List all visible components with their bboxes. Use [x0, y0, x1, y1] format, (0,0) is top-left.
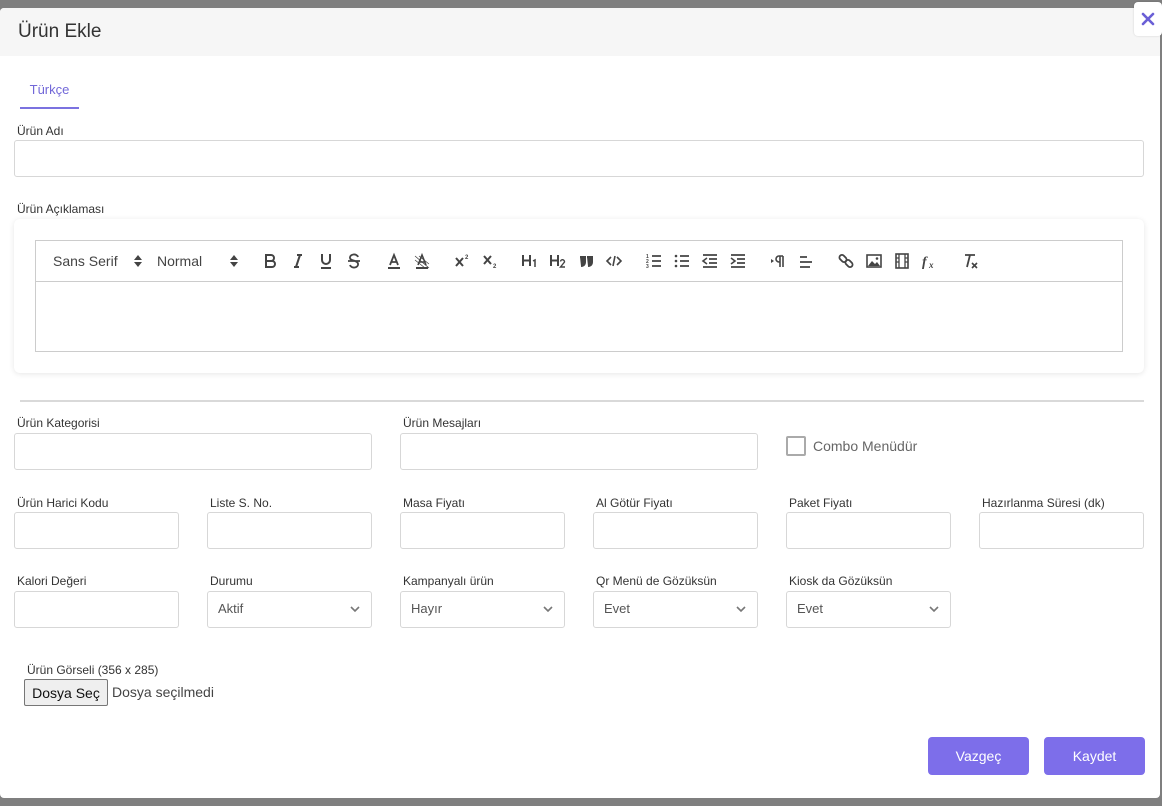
- modal-title: Ürün Ekle: [18, 21, 102, 42]
- kiosk-select[interactable]: Evet: [786, 591, 951, 628]
- cancel-button[interactable]: Vazgeç: [928, 737, 1029, 775]
- qr-menu-select[interactable]: Evet: [593, 591, 758, 628]
- ordered-list-icon[interactable]: 123: [640, 247, 668, 275]
- chevron-down-icon: [543, 606, 553, 613]
- strike-icon[interactable]: [340, 247, 368, 275]
- calorie-input[interactable]: [14, 591, 179, 628]
- messages-input[interactable]: [400, 433, 758, 470]
- chevron-down-icon: [736, 606, 746, 613]
- close-icon: [1141, 12, 1155, 26]
- file-status-text: Dosya seçilmedi: [112, 684, 214, 700]
- package-price-input[interactable]: [786, 512, 951, 549]
- formula-icon[interactable]: fx: [916, 247, 944, 275]
- size-picker-label: Normal: [157, 253, 203, 269]
- list-order-label: Liste S. No.: [210, 496, 273, 510]
- svg-text:2: 2: [493, 264, 497, 270]
- video-icon[interactable]: [888, 247, 916, 275]
- blockquote-icon[interactable]: [572, 247, 600, 275]
- text-direction-icon[interactable]: [764, 247, 792, 275]
- category-input[interactable]: [14, 433, 372, 470]
- bullet-list-icon[interactable]: [668, 247, 696, 275]
- package-price-label: Paket Fiyatı: [789, 496, 853, 510]
- campaign-select[interactable]: Hayır: [400, 591, 565, 628]
- bold-icon[interactable]: [256, 247, 284, 275]
- close-button[interactable]: [1134, 2, 1162, 36]
- campaign-label: Kampanyalı ürün: [403, 574, 494, 588]
- choose-file-button[interactable]: Dosya Seç: [24, 679, 108, 706]
- superscript-icon[interactable]: 2: [448, 247, 476, 275]
- tab-turkish[interactable]: Türkçe: [20, 80, 79, 109]
- kiosk-select-value: Evet: [797, 601, 824, 616]
- image-icon[interactable]: [860, 247, 888, 275]
- table-price-input[interactable]: [400, 512, 565, 549]
- product-name-input[interactable]: [14, 140, 1144, 177]
- qr-menu-select-value: Evet: [604, 601, 631, 616]
- underline-icon[interactable]: [312, 247, 340, 275]
- prep-time-label: Hazırlanma Süresi (dk): [982, 496, 1105, 510]
- category-label: Ürün Kategorisi: [17, 416, 100, 430]
- table-price-label: Masa Fiyatı: [403, 496, 466, 510]
- svg-text:3: 3: [646, 264, 649, 270]
- chevron-down-icon: [929, 606, 939, 613]
- combo-menu-checkbox[interactable]: [786, 436, 806, 456]
- prep-time-input[interactable]: [979, 512, 1144, 549]
- font-picker-label: Sans Serif: [53, 253, 118, 269]
- subscript-icon[interactable]: 2: [476, 247, 504, 275]
- updown-icon: [134, 255, 142, 267]
- qr-menu-label: Qr Menü de Gözüksün: [596, 574, 717, 588]
- heading1-icon[interactable]: [516, 247, 544, 275]
- align-icon[interactable]: [792, 247, 820, 275]
- description-label: Ürün Açıklaması: [17, 202, 105, 216]
- external-code-label: Ürün Harici Kodu: [17, 496, 109, 510]
- takeaway-price-input[interactable]: [593, 512, 758, 549]
- external-code-input[interactable]: [14, 512, 179, 549]
- link-icon[interactable]: [832, 247, 860, 275]
- image-label: Ürün Görseli (356 x 285): [27, 663, 159, 677]
- modal-header: Ürün Ekle: [0, 8, 1160, 56]
- clear-format-icon[interactable]: [956, 247, 984, 275]
- takeaway-price-label: Al Götür Fiyatı: [596, 496, 673, 510]
- rich-text-editor: Sans Serif Normal 2 2 123 f x: [14, 219, 1144, 373]
- font-picker[interactable]: Sans Serif: [44, 247, 148, 275]
- save-button[interactable]: Kaydet: [1044, 737, 1145, 775]
- editor-toolbar: Sans Serif Normal 2 2 123 f x: [35, 240, 1123, 282]
- italic-icon[interactable]: [284, 247, 312, 275]
- outdent-icon[interactable]: [696, 247, 724, 275]
- background-color-icon[interactable]: [408, 247, 436, 275]
- editor-content-area[interactable]: [35, 281, 1123, 352]
- updown-icon: [230, 255, 238, 267]
- code-block-icon[interactable]: [600, 247, 628, 275]
- kiosk-label: Kiosk da Gözüksün: [789, 574, 893, 588]
- campaign-select-value: Hayır: [411, 601, 443, 616]
- messages-label: Ürün Mesajları: [403, 416, 482, 430]
- status-select[interactable]: Aktif: [207, 591, 372, 628]
- add-product-modal: Ürün Ekle Türkçe Ürün Adı Ürün Açıklamas…: [0, 8, 1160, 798]
- chevron-down-icon: [350, 606, 360, 613]
- list-order-input[interactable]: [207, 512, 372, 549]
- section-divider: [20, 400, 1144, 402]
- svg-text:2: 2: [465, 255, 469, 261]
- status-label: Durumu: [210, 574, 253, 588]
- svg-text:f: f: [922, 255, 928, 270]
- product-name-label: Ürün Adı: [17, 124, 64, 138]
- heading2-icon[interactable]: [544, 247, 572, 275]
- text-color-icon[interactable]: [380, 247, 408, 275]
- status-select-value: Aktif: [218, 601, 244, 616]
- size-picker[interactable]: Normal: [148, 247, 244, 275]
- indent-icon[interactable]: [724, 247, 752, 275]
- calorie-label: Kalori Değeri: [17, 574, 87, 588]
- combo-menu-label: Combo Menüdür: [813, 438, 918, 454]
- svg-text:x: x: [928, 260, 934, 270]
